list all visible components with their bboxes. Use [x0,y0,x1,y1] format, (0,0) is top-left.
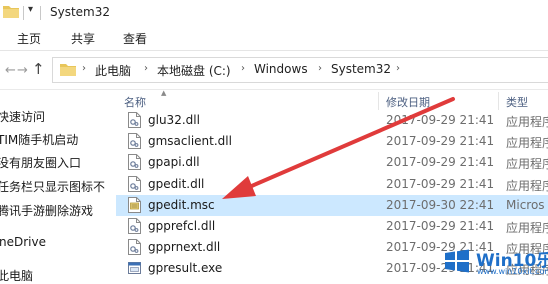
column-header-type[interactable]: 类型 [506,94,528,110]
file-modified-date: 2017-09-29 21:41 [386,155,495,170]
ribbon-tabs: 主页 共享 查看 [0,26,548,51]
nav-item-this-pc[interactable]: 此电脑 [0,267,33,284]
column-divider[interactable] [498,92,499,110]
file-type: 应用程序 [506,115,548,129]
file-name: gpedit.dll [148,176,205,191]
file-row[interactable]: gmsaclient.dll 2017-09-29 21:41 应用程序 [116,131,548,152]
dll-icon [128,218,141,234]
file-modified-date: 2017-09-29 21:41 [386,134,495,149]
breadcrumb-chevron-icon[interactable]: › [241,63,245,74]
dll-icon [128,112,141,128]
file-type: 应用程序 [506,136,548,151]
tab-home[interactable]: 主页 [17,30,41,47]
file-name: gpprnext.dll [148,240,221,255]
dll-icon [128,154,141,171]
file-row[interactable]: gpapi.dll 2017-09-29 21:41 应用程序 [116,152,548,173]
nav-item-tim[interactable]: TIM随手机启动 [0,131,78,148]
file-type: 应用程序 [506,157,548,172]
window-title: System32 [50,5,111,19]
msc-icon [128,196,141,213]
column-header-row: ▲ 名称 修改日期 类型 [116,89,548,112]
dll-icon [128,175,141,192]
folder-icon [60,64,76,76]
folder-icon [3,6,19,18]
exe-icon [128,260,141,276]
nav-item-mobile-games[interactable]: 腾讯手游删除游戏 [0,202,93,219]
address-bar[interactable]: › 此电脑 › 本地磁盘 (C:) › Windows › System32 › [52,57,548,83]
separator [23,6,24,20]
file-row[interactable]: gpedit.msc 2017-09-30 22:41 Micros [116,194,548,216]
file-type: 应用程序 [506,178,548,193]
separator [40,6,41,20]
breadcrumb-chevron-icon[interactable]: › [144,63,148,74]
watermark-url: www.win10xit.com [477,267,548,276]
up-arrow-icon[interactable]: ↑ [32,60,45,78]
breadcrumb-windows[interactable]: Windows [254,62,308,76]
dll-icon [128,133,141,150]
file-modified-date: 2017-09-29 21:41 [386,219,495,233]
breadcrumb-chevron-icon[interactable]: › [318,63,322,74]
breadcrumb-local-disk[interactable]: 本地磁盘 (C:) [157,62,231,79]
file-modified-date: 2017-09-30 22:41 [386,197,495,212]
file-row[interactable]: gpprefcl.dll 2017-09-29 21:41 应用程序 [116,216,548,237]
back-arrow-icon[interactable]: ← [5,63,16,78]
breadcrumb-system32[interactable]: System32 [331,62,391,76]
navigation-pane: 快速访问 TIM随手机启动 没有朋友圈入口 任务栏只显示图标不 腾讯手游删除游戏… [0,90,115,283]
nav-item-quick-access[interactable]: 快速访问 [0,108,45,125]
file-name: gpapi.dll [148,155,200,170]
tab-share[interactable]: 共享 [71,30,95,47]
file-name: glu32.dll [148,113,200,127]
file-row[interactable]: gpedit.dll 2017-09-29 21:41 应用程序 [116,174,548,195]
watermark-logo: Win10乐园 www.win10xit.com [442,244,548,280]
forward-arrow-icon[interactable]: → [17,63,28,78]
nav-item-taskbar[interactable]: 任务栏只显示图标不 [0,178,105,195]
file-name: gmsaclient.dll [148,134,232,149]
address-row: ← → ↑ › 此电脑 › 本地磁盘 (C:) › Windows › Syst… [0,51,548,90]
breadcrumb-this-pc[interactable]: 此电脑 [95,62,131,79]
breadcrumb-chevron-icon[interactable]: › [396,63,400,74]
windows-logo-icon [445,249,469,273]
column-header-name[interactable]: 名称 [124,94,146,110]
nav-item-moments[interactable]: 没有朋友圈入口 [0,154,81,171]
file-name: gpprefcl.dll [148,219,216,233]
file-modified-date: 2017-09-29 21:41 [386,176,495,191]
title-bar: ▾ System32 [0,0,548,26]
file-type: Micros [506,197,545,212]
breadcrumb-chevron-icon[interactable]: › [82,63,86,74]
quick-access-dropdown-icon[interactable]: ▾ [28,4,33,15]
file-name: gpedit.msc [148,197,215,212]
column-divider[interactable] [378,92,379,110]
file-name: gpresult.exe [148,261,223,276]
tab-view[interactable]: 查看 [123,30,147,47]
file-modified-date: 2017-09-29 21:41 [386,113,495,127]
column-header-date[interactable]: 修改日期 [386,94,430,110]
file-type: 应用程序 [506,221,548,235]
dll-icon [128,239,141,256]
nav-item-onedrive[interactable]: neDrive [0,235,46,249]
file-row[interactable]: glu32.dll 2017-09-29 21:41 应用程序 [116,110,548,131]
sort-chevron-icon: ▲ [161,89,167,97]
